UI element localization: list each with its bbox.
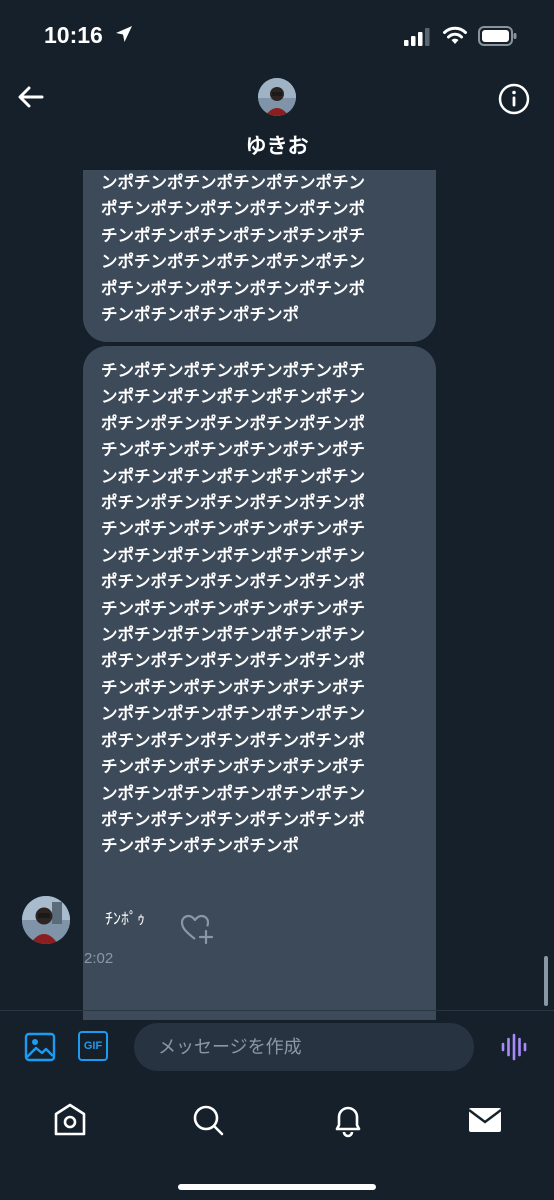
cellular-signal-icon (404, 28, 430, 46)
sender-avatar[interactable] (22, 896, 70, 944)
message-line: ンポチンポチンポチンポチンポチン (101, 783, 365, 803)
message-timestamp: 2:02 (84, 950, 114, 967)
message-line: ンポチンポチンポチンポチンポチン (101, 704, 365, 724)
tab-bar (0, 1084, 554, 1200)
message-line: ンポチンポチンポチンポチンポチン (101, 173, 365, 192)
info-icon[interactable] (497, 82, 531, 116)
message-line: ポチンポチンポチンポチンポチンポ (101, 572, 365, 592)
back-arrow-icon[interactable] (14, 80, 48, 114)
message-line: ポチンポチンポチンポチンポチンポ (101, 199, 365, 219)
message-line: ポチンポチンポチンポチンポチンポ (101, 493, 365, 513)
message-line: チンポチンポチンポチンポチンポチ (101, 757, 365, 777)
message-line: チンポチンポチンポチンポチンポチ (101, 677, 365, 697)
message-line: チンポチンポチンポチンポチンポチ (101, 225, 365, 245)
message-line: ポチンポチンポチンポチンポチンポ (101, 278, 365, 298)
bell-icon[interactable] (328, 1100, 368, 1140)
message-line: ポチンポチンポチンポチンポチンポ (101, 651, 365, 671)
message-line: チンポチンポチンポチンポチンポチ (101, 519, 365, 539)
home-icon[interactable] (50, 1100, 90, 1140)
gif-label: GIF (83, 1040, 103, 1052)
status-time: 10:16 (44, 22, 103, 48)
contact-name[interactable]: ゆきお (0, 130, 554, 160)
composer-bar: GIF (0, 1010, 554, 1085)
status-bar: 10:16 (0, 0, 554, 74)
message-line: ポチンポチンポチンポチンポチンポ (101, 413, 365, 433)
scrollbar[interactable] (544, 956, 548, 1006)
gif-icon[interactable]: GIF (78, 1031, 108, 1061)
message-line: チンポチンポチンポチンポチンポチ (101, 598, 365, 618)
search-icon[interactable] (188, 1100, 228, 1140)
message-line: チンポチンポチンポチンポチンポチ (101, 440, 365, 460)
message-line: ンポチンポチンポチンポチンポチン (101, 466, 365, 486)
location-arrow-icon (116, 26, 132, 42)
mail-icon[interactable] (465, 1100, 505, 1140)
message-line: ポチンポチンポチンポチンポチンポ (101, 809, 365, 829)
message-list[interactable]: ンポチンポチンポチンポチンポチン ポチンポチンポチンポチンポチンポ チンポチンポチン… (0, 170, 554, 1020)
message-bubble[interactable]: ﾁﾝﾎﾟｩ (83, 894, 168, 944)
message-line: ポチンポチンポチンポチンポチンポ (101, 730, 365, 750)
message-line: ンポチンポチンポチンポチンポチン (101, 387, 365, 407)
message-text: ﾁﾝﾎﾟｩ (105, 909, 146, 928)
message-input[interactable] (134, 1023, 474, 1071)
message-line: ンポチンポチンポチンポチンポチン (101, 252, 365, 272)
wifi-icon (443, 26, 467, 44)
home-indicator[interactable] (178, 1184, 376, 1190)
image-icon[interactable] (24, 1031, 56, 1063)
message-line: チンポチンポチンポチンポチンポチ (101, 361, 365, 380)
contact-avatar[interactable] (258, 78, 296, 116)
battery-icon (478, 26, 517, 46)
message-line: チンポチンポチンポチンポ (101, 836, 299, 856)
conversation-header: ゆきお (0, 74, 554, 170)
message-line: ンポチンポチンポチンポチンポチン (101, 625, 365, 645)
voice-icon[interactable] (500, 1033, 528, 1061)
heart-plus-icon[interactable] (180, 912, 214, 944)
message-line: チンポチンポチンポチンポ (101, 305, 299, 325)
message-bubble[interactable]: ンポチンポチンポチンポチンポチン ポチンポチンポチンポチンポチンポ チンポチンポチン… (83, 170, 436, 342)
message-line: ンポチンポチンポチンポチンポチン (101, 545, 365, 565)
